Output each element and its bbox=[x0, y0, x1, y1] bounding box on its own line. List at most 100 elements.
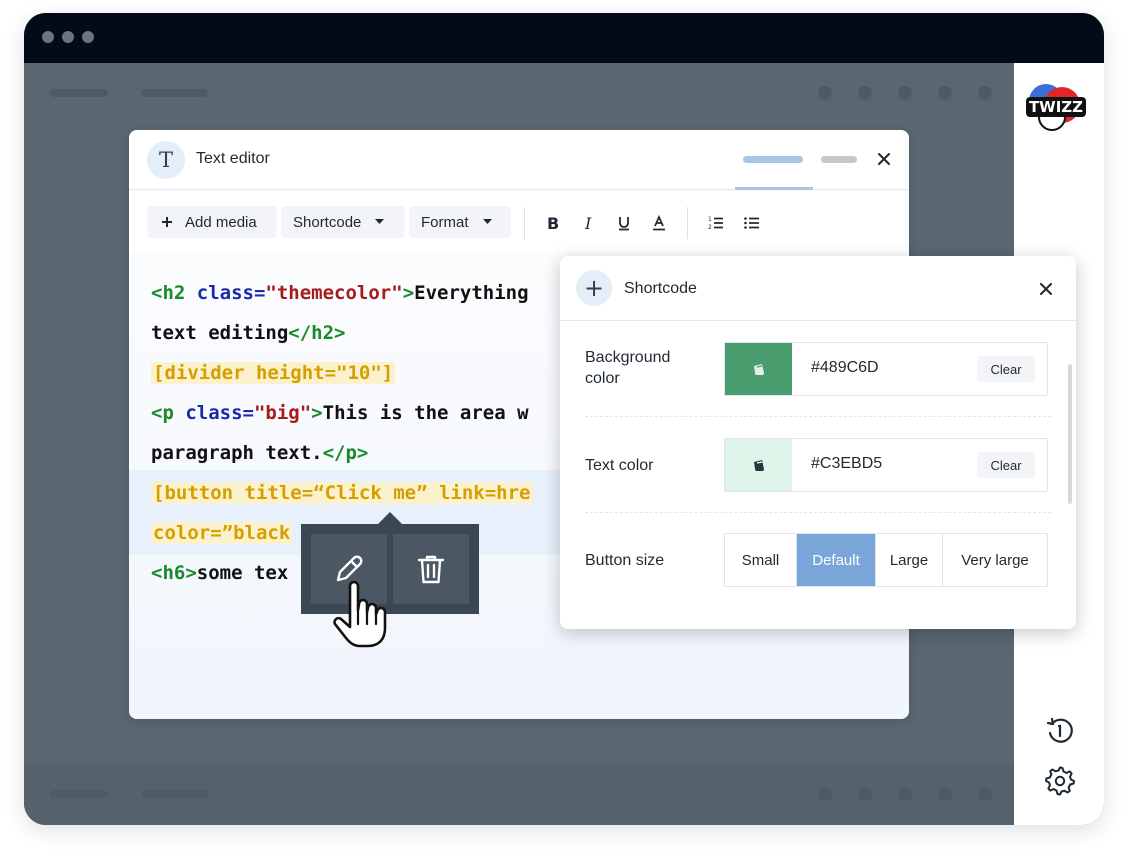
size-option-small[interactable]: Small bbox=[725, 534, 797, 586]
background-color-clear-button[interactable]: Clear bbox=[977, 356, 1035, 382]
bg-placeholder-dot bbox=[818, 787, 832, 801]
svg-text:1: 1 bbox=[708, 216, 712, 223]
button-size-selector: Small Default Large Very large bbox=[724, 533, 1048, 587]
delete-shortcode-button[interactable] bbox=[393, 534, 469, 604]
background-color-label: Background color bbox=[585, 349, 671, 387]
text-color-field[interactable]: #C3EBD5 Clear bbox=[724, 438, 1048, 492]
code-line: color=”black bbox=[151, 519, 293, 547]
bg-placeholder-dot bbox=[858, 787, 872, 801]
code-line: <h6>some tex bbox=[151, 559, 288, 587]
shortcode-panel: + Shortcode Background color #489C6D Cle… bbox=[560, 256, 1076, 629]
text-color-clear-button[interactable]: Clear bbox=[977, 452, 1035, 478]
code-line: [divider height="10"] bbox=[151, 359, 396, 387]
shortcode-close-icon[interactable] bbox=[1040, 283, 1052, 295]
code-token: </h2> bbox=[288, 322, 346, 344]
code-token: This is the area w bbox=[322, 402, 529, 424]
button-size-label: Button size bbox=[585, 552, 665, 569]
window-maximize-dot[interactable] bbox=[82, 31, 94, 43]
background-color-swatch[interactable] bbox=[725, 343, 792, 395]
italic-icon[interactable]: I bbox=[580, 214, 598, 232]
caret-down-icon bbox=[375, 219, 385, 224]
code-token: > bbox=[311, 402, 323, 424]
code-token: class= bbox=[185, 402, 254, 424]
bg-placeholder-dot bbox=[898, 86, 912, 100]
text-color-swatch[interactable] bbox=[725, 439, 792, 491]
code-line: [button title=“Click me” link=hre bbox=[151, 479, 533, 507]
row-divider bbox=[585, 512, 1051, 513]
size-option-default[interactable]: Default bbox=[797, 534, 876, 586]
window-close-dot[interactable] bbox=[42, 31, 54, 43]
background-color-field[interactable]: #489C6D Clear bbox=[724, 342, 1048, 396]
bg-placeholder-dot bbox=[938, 86, 952, 100]
bg-placeholder-bar bbox=[50, 89, 108, 97]
code-token: "themecolor" bbox=[265, 282, 403, 304]
shortcode-dropdown[interactable]: Shortcode bbox=[281, 206, 405, 238]
editor-title: Text editor bbox=[196, 150, 270, 167]
add-shortcode-icon[interactable]: + bbox=[576, 270, 612, 306]
bg-placeholder-bar bbox=[142, 89, 208, 97]
hand-cursor-icon bbox=[333, 580, 387, 648]
shortcode-panel-title: Shortcode bbox=[624, 280, 697, 297]
plus-icon bbox=[162, 217, 172, 227]
bg-placeholder-bar bbox=[142, 790, 208, 798]
bg-placeholder-dot bbox=[858, 86, 872, 100]
code-line: <h2 class="themecolor">Everything bbox=[151, 279, 529, 307]
bg-placeholder-dot bbox=[818, 86, 832, 100]
code-token: <h2 bbox=[151, 282, 197, 304]
bullet-list-icon[interactable] bbox=[743, 214, 761, 232]
shortcode-token[interactable]: [button title=“Click me” link=hre bbox=[151, 482, 533, 504]
code-token: some tex bbox=[196, 562, 289, 584]
code-line: paragraph text.</p> bbox=[151, 439, 368, 467]
svg-text:2: 2 bbox=[708, 224, 712, 231]
toolbar-divider bbox=[524, 207, 525, 239]
add-media-label: Add media bbox=[185, 213, 257, 231]
text-editor-icon: T bbox=[147, 141, 185, 179]
code-token: paragraph text. bbox=[151, 442, 323, 464]
editor-tab-underline bbox=[735, 187, 813, 190]
bg-footer bbox=[24, 763, 1014, 825]
caret-down-icon bbox=[482, 219, 492, 224]
ordered-list-icon[interactable]: 1 2 bbox=[707, 214, 725, 232]
editor-header: T Text editor bbox=[129, 130, 909, 190]
bg-placeholder-dot bbox=[938, 787, 952, 801]
code-token: > bbox=[402, 282, 415, 304]
underline-icon[interactable] bbox=[615, 214, 633, 232]
text-color-icon[interactable] bbox=[650, 214, 668, 232]
editor-tab[interactable] bbox=[821, 156, 857, 163]
paint-bucket-icon bbox=[753, 460, 764, 471]
svg-text:B: B bbox=[547, 214, 559, 232]
format-dropdown[interactable]: Format bbox=[409, 206, 511, 238]
text-color-label: Text color bbox=[585, 457, 654, 474]
paint-bucket-icon bbox=[753, 364, 764, 375]
editor-toolbar: Add media Shortcode Format B I 1 2 bbox=[129, 191, 909, 253]
code-token: <h6> bbox=[151, 562, 197, 584]
window-minimize-dot[interactable] bbox=[62, 31, 74, 43]
add-media-button[interactable]: Add media bbox=[147, 206, 277, 238]
code-line: <p class="big">This is the area w bbox=[151, 399, 529, 427]
window-titlebar bbox=[24, 13, 1104, 63]
bold-icon[interactable]: B bbox=[544, 214, 562, 232]
size-option-large[interactable]: Large bbox=[876, 534, 943, 586]
panel-scrollbar[interactable] bbox=[1068, 364, 1072, 504]
size-option-very-large[interactable]: Very large bbox=[943, 534, 1047, 586]
shortcode-dropdown-label: Shortcode bbox=[293, 213, 362, 231]
code-token: "big" bbox=[253, 402, 312, 424]
bg-placeholder-dot bbox=[978, 86, 992, 100]
bg-placeholder-bar bbox=[50, 790, 108, 798]
background-color-value[interactable]: #489C6D bbox=[811, 359, 879, 377]
bg-placeholder-dot bbox=[978, 787, 992, 801]
shortcode-token[interactable]: color=”black bbox=[151, 522, 293, 544]
format-dropdown-label: Format bbox=[421, 213, 469, 231]
trash-icon bbox=[417, 555, 445, 584]
settings-gear-icon[interactable] bbox=[1044, 765, 1076, 797]
code-line: text editing</h2> bbox=[151, 319, 345, 347]
history-icon[interactable] bbox=[1044, 715, 1076, 747]
code-token: text editing bbox=[151, 322, 289, 344]
code-token: class= bbox=[196, 282, 266, 304]
editor-close-icon[interactable] bbox=[877, 152, 891, 166]
text-color-value[interactable]: #C3EBD5 bbox=[811, 455, 882, 473]
editor-tab-active[interactable] bbox=[743, 156, 803, 163]
code-token: </p> bbox=[322, 442, 369, 464]
row-divider bbox=[585, 416, 1051, 417]
shortcode-token[interactable]: [divider height="10"] bbox=[151, 362, 396, 384]
